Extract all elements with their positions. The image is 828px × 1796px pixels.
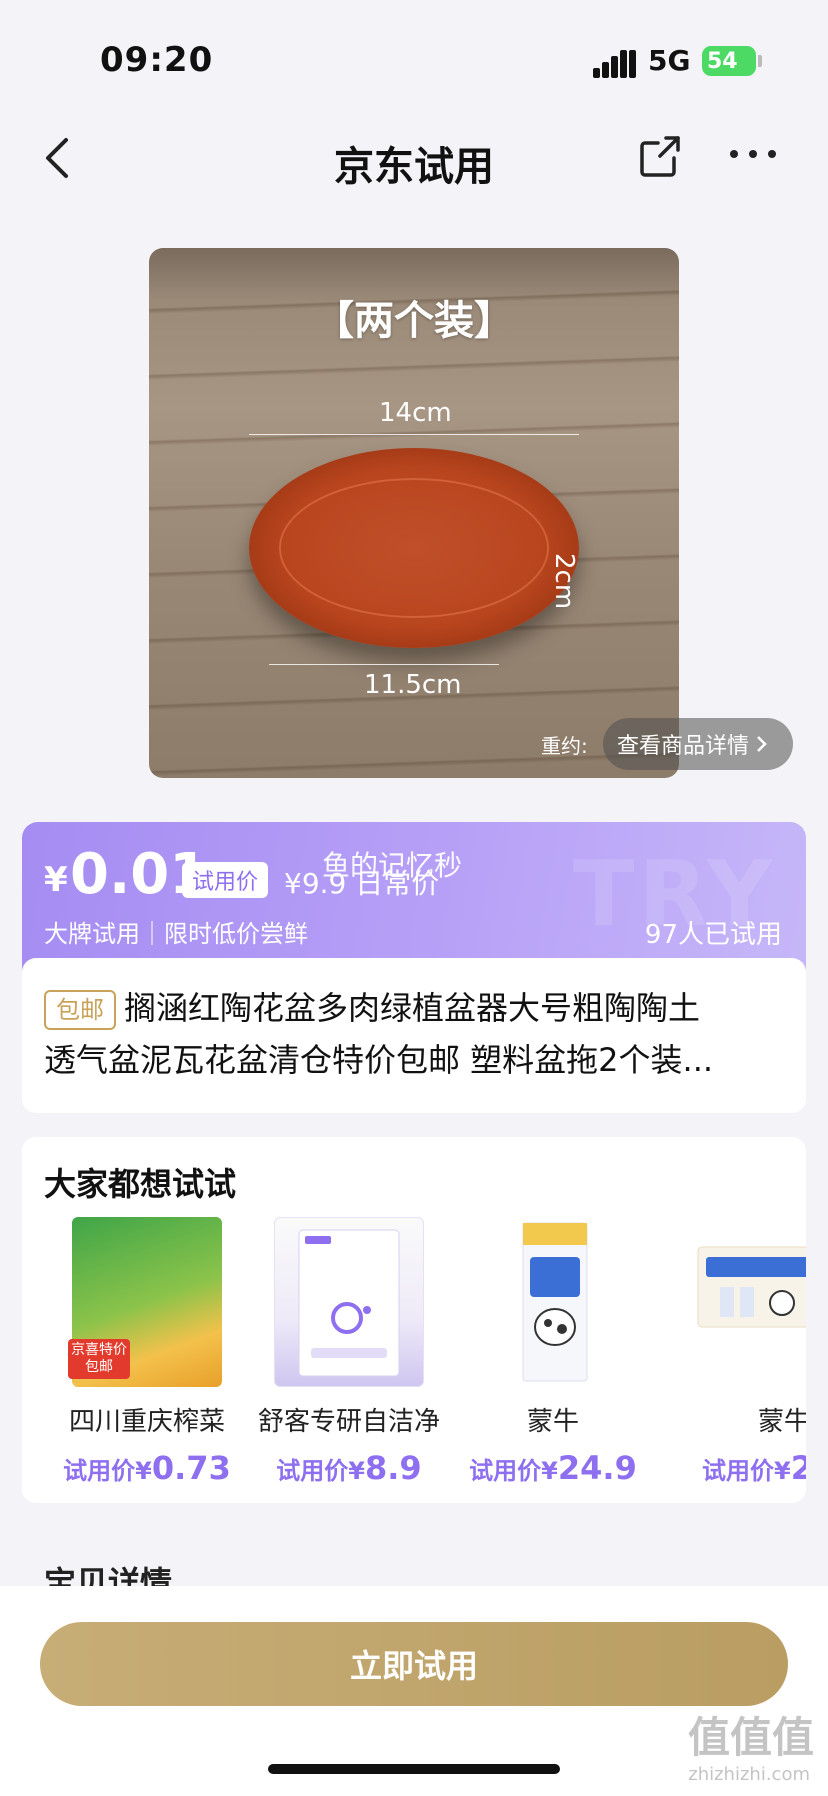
battery-icon: 54 <box>702 46 756 76</box>
recommend-item-name: 四川重庆榨菜 <box>68 1407 225 1437</box>
product-title-line-1: 包邮 搁涵红陶花盆多肉绿植盆器大号粗陶陶土 <box>44 982 784 1034</box>
product-thumbnail <box>274 1217 424 1387</box>
battery-level: 54 <box>707 48 738 74</box>
more-icon[interactable] <box>728 144 778 164</box>
trial-price-tag: 试用价 <box>182 862 269 898</box>
status-bar: 09:20 5G 54 <box>0 0 828 120</box>
try-now-button[interactable]: 立即试用 <box>40 1622 788 1706</box>
dim-top-label: 14cm <box>379 398 452 428</box>
recommend-item-price: 试用价¥8.9 <box>254 1449 444 1487</box>
site-watermark: 值值值 <box>687 1713 814 1762</box>
price-label: 试用价¥ <box>63 1457 152 1485</box>
chevron-right-icon <box>757 736 767 752</box>
site-watermark-url: zhizhizhi.com <box>688 1764 810 1785</box>
recommend-title: 大家都想试试 <box>44 1165 237 1203</box>
milk-carton-icon <box>522 1222 588 1382</box>
battery-cap <box>758 55 762 67</box>
product-title-card: 包邮 搁涵红陶花盆多肉绿植盆器大号粗陶陶土 透气盆泥瓦花盆清仓特价包邮 塑料盆拖2… <box>22 958 806 1113</box>
price-label: 试用价¥ <box>702 1457 791 1485</box>
recommend-item-price: 试用价¥24.9 <box>458 1449 648 1487</box>
price-value: 24.9 <box>557 1449 637 1487</box>
image-watermark: 重约: <box>541 734 588 758</box>
product-thumbnail <box>692 1217 806 1387</box>
price-label: 试用价¥ <box>276 1457 365 1485</box>
jingxi-badge: 京喜特价包邮 <box>68 1339 130 1379</box>
home-indicator <box>268 1764 560 1774</box>
recommend-item-name: 蒙牛 <box>526 1407 579 1437</box>
recommend-item[interactable]: 蒙牛 试用价¥24.9 <box>458 1217 648 1487</box>
price-subtitle: 大牌试用｜限时低价尝鲜 <box>44 920 308 948</box>
recommend-item[interactable]: 京喜特价包邮 四川重庆榨菜 试用价¥0.73 <box>52 1217 242 1487</box>
recommend-card: 大家都想试试 京喜特价包邮 四川重庆榨菜 试用价¥0.73 舒客专研自洁净 试用… <box>22 1137 806 1503</box>
dim-line-bottom <box>269 664 499 665</box>
recommend-item[interactable]: 蒙牛 试用价¥2 <box>662 1217 806 1487</box>
recommend-item[interactable]: 舒客专研自洁净 试用价¥8.9 <box>254 1217 444 1487</box>
price-value: 8.9 <box>365 1449 422 1487</box>
tried-count: 97人已试用 <box>644 920 782 950</box>
product-title: 包邮 搁涵红陶花盆多肉绿植盆器大号粗陶陶土 透气盆泥瓦花盆清仓特价包邮 塑料盆拖2… <box>44 982 784 1086</box>
user-watermark: 鱼的记忆秒 <box>322 849 463 882</box>
recommend-item-price: 试用价¥2 <box>662 1449 806 1487</box>
free-shipping-badge: 包邮 <box>44 990 116 1030</box>
price-value: 0.73 <box>151 1449 231 1487</box>
title-line-1-text: 搁涵红陶花盆多肉绿植盆器大号粗陶陶土 <box>124 989 701 1027</box>
price-label: 试用价¥ <box>469 1457 558 1485</box>
view-detail-button[interactable]: 查看商品详情 <box>603 718 793 770</box>
product-thumbnail <box>478 1217 628 1387</box>
recommend-item-name: 蒙牛 <box>758 1407 806 1437</box>
recommend-item-name: 舒客专研自洁净 <box>257 1407 440 1437</box>
view-detail-label: 查看商品详情 <box>617 734 750 759</box>
back-icon[interactable] <box>38 134 78 182</box>
recommend-list: 京喜特价包邮 四川重庆榨菜 试用价¥0.73 舒客专研自洁净 试用价¥8.9 蒙… <box>22 1217 806 1497</box>
price-currency: ¥ <box>44 860 68 900</box>
dim-bottom-label: 11.5cm <box>364 670 462 700</box>
signal-icon <box>593 50 636 78</box>
toothpaste-box-icon <box>298 1229 400 1377</box>
saucer-image <box>249 448 579 648</box>
product-thumbnail: 京喜特价包邮 <box>68 1217 222 1387</box>
bottom-bar: 立即试用 值值值 zhizhizhi.com <box>0 1586 828 1796</box>
milk-box-icon <box>697 1246 806 1328</box>
dim-right-label: 2cm <box>549 553 579 610</box>
page-title: 京东试用 <box>334 144 494 190</box>
product-title-line-2: 透气盆泥瓦花盆清仓特价包邮 塑料盆拖2个装... <box>44 1041 714 1079</box>
saucer-inner <box>279 478 549 618</box>
price-value: 2 <box>790 1449 806 1487</box>
status-time: 09:20 <box>100 40 214 80</box>
network-label: 5G <box>648 44 691 77</box>
image-caption: 【两个装】 <box>314 298 514 344</box>
nav-bar: 京东试用 <box>0 120 828 200</box>
share-icon[interactable] <box>636 132 684 180</box>
dim-line-top <box>249 434 579 435</box>
product-image[interactable]: 【两个装】 14cm 11.5cm 2cm 重约: <box>149 248 679 778</box>
recommend-item-price: 试用价¥0.73 <box>52 1449 242 1487</box>
